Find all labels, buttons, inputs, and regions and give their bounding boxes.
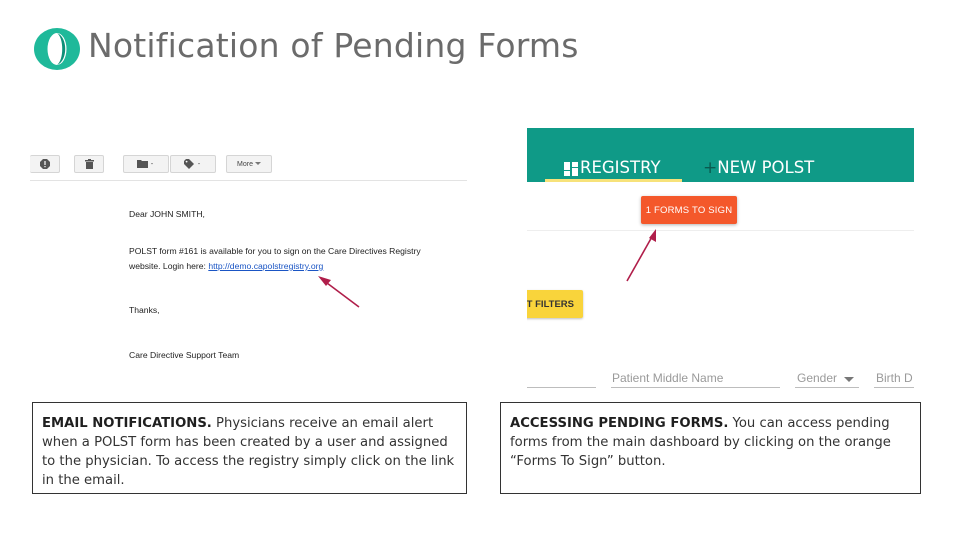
folder-icon [137,160,153,168]
email-notifications-caption: EMAIL NOTIFICATIONS. Physicians receive … [32,402,467,494]
registry-header: REGISTRY +NEW POLST [527,128,914,182]
registry-link[interactable]: http://demo.capolstregistry.org [208,261,323,271]
more-label: More [237,160,253,168]
forms-to-sign-button[interactable]: 1 FORMS TO SIGN [641,196,737,224]
active-tab-indicator [545,179,682,182]
birth-date-label: Birth D [876,371,913,385]
email-body-line-1: POLST form #161 is available for you to … [129,246,421,256]
email-body-prefix: website. Login here: [129,261,209,271]
gender-label: Gender [797,371,838,385]
patient-middle-name-field[interactable] [611,387,780,388]
tab-registry[interactable]: REGISTRY [564,158,661,177]
patient-middle-name-label: Patient Middle Name [612,371,724,385]
delete-icon [84,159,94,169]
registry-divider [527,230,914,231]
tab-new-polst-label: NEW POLST [717,158,815,177]
email-screenshot: More Dear JOHN SMITH, POLST form #161 is… [30,150,467,380]
report-spam-icon [39,159,50,169]
tab-registry-label: REGISTRY [580,158,661,177]
caret-down-icon [254,162,261,165]
brand-logo-icon [34,28,80,70]
tab-new-polst[interactable]: +NEW POLST [703,158,814,178]
dropdown-arrow-icon [844,377,854,382]
email-greeting: Dear JOHN SMITH, [129,209,205,219]
accessing-forms-caption: ACCESSING PENDING FORMS. You can access … [500,402,921,494]
labels-button[interactable] [170,155,216,173]
email-caption-heading: EMAIL NOTIFICATIONS. [42,416,212,431]
email-signature: Care Directive Support Team [129,350,240,360]
gender-select[interactable] [795,387,859,388]
page-title: Notification of Pending Forms [88,26,579,65]
email-body-line-2: website. Login here: http://demo.capolst… [129,259,323,274]
move-to-button[interactable] [123,155,169,173]
registry-screenshot: REGISTRY +NEW POLST 1 FORMS TO SIGN ET F… [527,128,914,390]
birth-date-field[interactable] [874,387,914,388]
email-toolbar: More [30,150,467,181]
more-button[interactable]: More [226,155,272,173]
delete-button[interactable] [74,155,104,173]
reset-filters-button[interactable]: ET FILTERS [527,290,583,318]
dashboard-icon [564,162,578,176]
label-icon [184,159,200,169]
patient-first-name-field[interactable] [527,387,596,388]
report-spam-button[interactable] [30,155,60,173]
forms-caption-heading: ACCESSING PENDING FORMS. [510,416,729,431]
email-thanks: Thanks, [129,305,160,315]
plus-icon: + [703,158,718,178]
